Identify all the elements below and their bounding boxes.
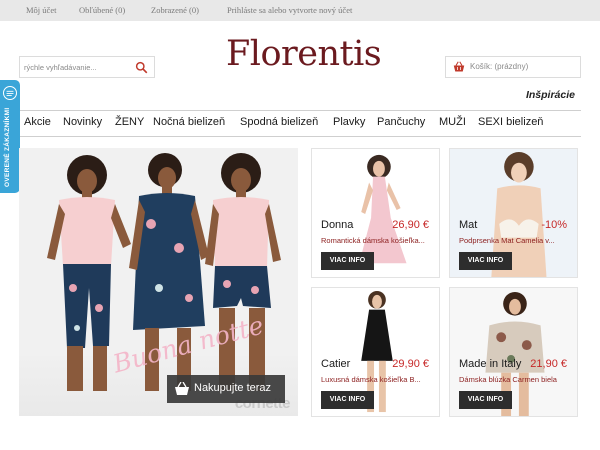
favorites-link[interactable]: Obľúbené (0)	[79, 5, 125, 15]
basket-icon	[453, 61, 465, 72]
my-account-link[interactable]: Môj účet	[26, 5, 56, 15]
product-discount: -10%	[541, 219, 567, 231]
nav-item-nocna-bielizen[interactable]: Nočná bielizeň	[153, 116, 225, 128]
viewed-link[interactable]: Zobrazené (0)	[151, 5, 199, 15]
product-name: Donna	[321, 219, 354, 231]
top-utility-bar: Môj účet Obľúbené (0) Zobrazené (0) Prih…	[0, 0, 600, 21]
product-description[interactable]: Luxusná dámska košieľka B...	[321, 375, 433, 384]
product-card-made-in-italy[interactable]: Made in Italy 21,90 € Dámska blúzka Carm…	[449, 287, 578, 417]
login-register-link[interactable]: Prihláste sa alebo vytvorte nový účet	[227, 5, 352, 15]
product-price: 21,90 €	[530, 358, 567, 370]
cart-label: Košík: (prázdny)	[470, 62, 529, 71]
nav-item-muzi[interactable]: MUŽI	[439, 116, 466, 128]
nav-item-sexi-bielizen[interactable]: SEXI bielizeň	[478, 116, 543, 128]
product-card-donna[interactable]: Donna 26,90 € Romantická dámska košieľka…	[311, 148, 440, 278]
more-info-button[interactable]: VIAC INFO	[459, 391, 512, 409]
cart-button[interactable]: Košík: (prázdny)	[445, 56, 581, 78]
badge-label: OVERENÉ ZÁKAZNÍKMI	[4, 107, 11, 187]
verified-icon	[3, 86, 17, 100]
nav-item-zeny[interactable]: ŽENY	[115, 116, 144, 128]
product-card-catier[interactable]: Catier 29,90 € Luxusná dámska košieľka B…	[311, 287, 440, 417]
verified-customers-badge[interactable]: OVERENÉ ZÁKAZNÍKMI	[0, 80, 20, 193]
inspiration-link[interactable]: Inšpirácie	[526, 89, 575, 101]
product-description[interactable]: Podprsenka Mat Camelia v...	[459, 236, 571, 245]
nav-item-akcie[interactable]: Akcie	[24, 116, 51, 128]
shop-now-label: Nakupujte teraz	[194, 382, 272, 394]
product-name: Catier	[321, 358, 351, 370]
main-nav: Akcie Novinky ŽENY Nočná bielizeň Spodná…	[19, 110, 581, 137]
search-input[interactable]	[24, 59, 128, 75]
product-name: Made in Italy	[459, 358, 522, 370]
product-card-mat[interactable]: Mat -10% Podprsenka Mat Camelia v... VIA…	[449, 148, 578, 278]
product-description[interactable]: Romantická dámska košieľka...	[321, 236, 433, 245]
product-price: 26,90 €	[392, 219, 429, 231]
nav-item-spodna-bielizen[interactable]: Spodná bielizeň	[240, 116, 318, 128]
product-name: Mat	[459, 219, 478, 231]
search-box	[19, 56, 155, 78]
more-info-button[interactable]: VIAC INFO	[459, 252, 512, 270]
search-icon[interactable]	[135, 61, 148, 74]
site-logo[interactable]: Florentis	[226, 34, 382, 74]
nav-item-plavky[interactable]: Plavky	[333, 116, 365, 128]
nav-item-novinky[interactable]: Novinky	[63, 116, 102, 128]
more-info-button[interactable]: VIAC INFO	[321, 252, 374, 270]
shop-now-button[interactable]: Nakupujte teraz	[167, 375, 285, 403]
nav-item-pancuchy[interactable]: Pančuchy	[377, 116, 425, 128]
more-info-button[interactable]: VIAC INFO	[321, 391, 374, 409]
basket-icon	[175, 382, 189, 395]
product-price: 29,90 €	[392, 358, 429, 370]
product-description[interactable]: Dámska blúzka Carmen biela	[459, 375, 571, 384]
